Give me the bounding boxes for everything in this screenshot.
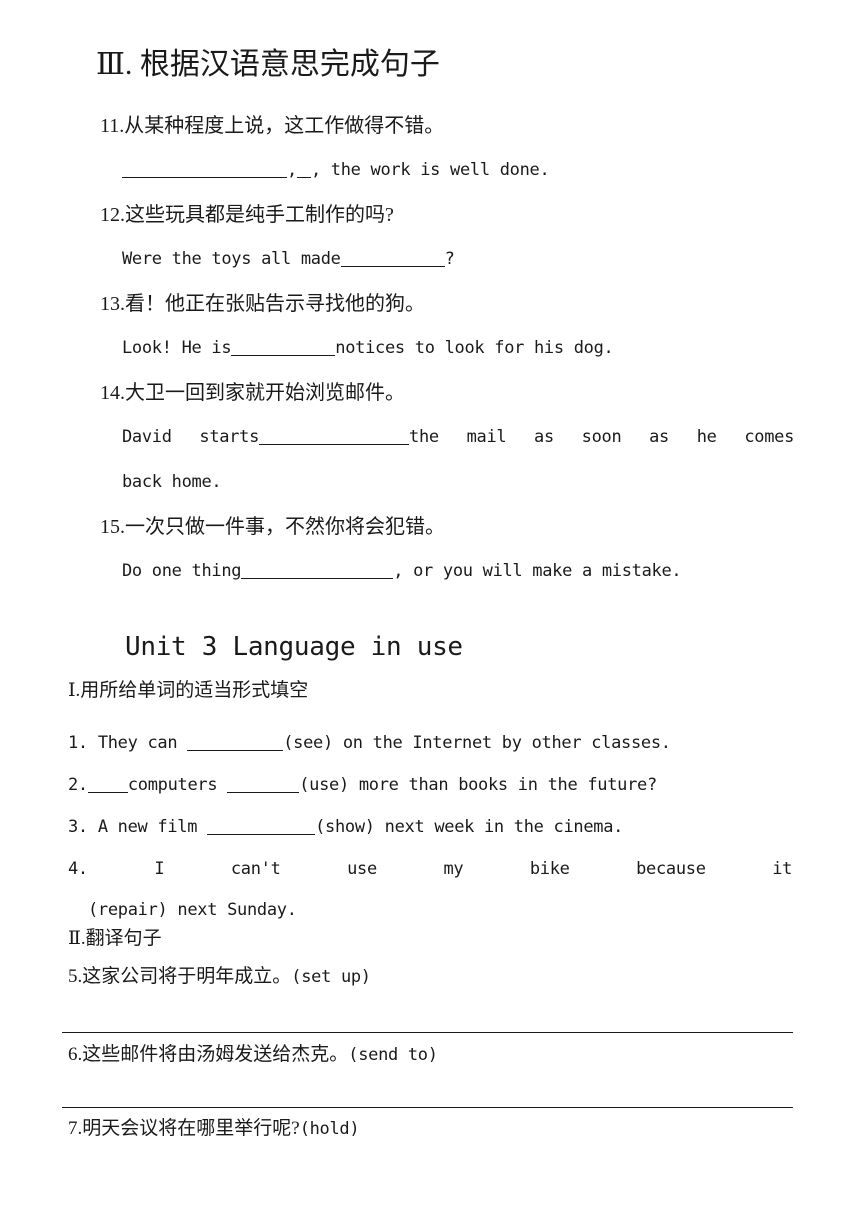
question-2-text-tail: (use) more than books in the future?: [299, 775, 657, 795]
question-1-text-tail: (see) on the Internet by other classes.: [283, 733, 671, 753]
question-12-english: Were the toys all made?: [0, 237, 860, 282]
question-6-number: 6.: [68, 1044, 83, 1065]
question-15-english: Do one thing , or you will make a mistake…: [0, 549, 860, 594]
answer-blank[interactable]: [207, 820, 316, 835]
question-12-english-head: Were the toys all made: [122, 249, 341, 269]
unit-title: Unit 3 Language in use: [125, 632, 463, 662]
question-2-text-middle: computers: [127, 775, 218, 795]
question-6-hint: (send to): [348, 1045, 438, 1065]
question-14-english-line2: back home.: [122, 472, 222, 492]
question-15: 15.一次只做一件事，不然你将会犯错。 Do one thing , or you…: [0, 505, 860, 594]
answer-blank[interactable]: [340, 252, 445, 267]
question-5-chinese: 这家公司将于明年成立。: [82, 966, 292, 987]
question-7-number: 7.: [68, 1118, 83, 1139]
question-12-number: 12.: [100, 204, 125, 226]
question-12-chinese: 12.这些玩具都是纯手工制作的吗?: [100, 204, 394, 226]
question-4-word: can't: [230, 859, 281, 879]
answer-line[interactable]: [62, 1032, 793, 1033]
answer-blank[interactable]: [187, 736, 284, 751]
question-4-word: bike: [529, 859, 570, 879]
question-13: 13.看！他正在张贴告示寻找他的狗。 Look! He is notices to…: [0, 282, 860, 371]
question-4-line2: (repair) next Sunday.: [88, 900, 297, 920]
question-4: 4. I can't use my bike because it: [68, 848, 792, 890]
question-4-word: use: [347, 859, 377, 879]
question-4-word: because: [636, 859, 706, 879]
question-1-text-head: They can: [97, 733, 178, 753]
question-15-chinese: 15.一次只做一件事，不然你将会犯错。: [100, 516, 445, 538]
question-14-chinese: 14.大卫一回到家就开始浏览邮件。: [100, 382, 405, 404]
question-1-number: 1.: [68, 733, 88, 753]
question-13-english: Look! He is notices to look for his dog.: [0, 326, 860, 371]
answer-blank[interactable]: [122, 163, 287, 178]
question-11: 11.从某种程度上说，这工作做得不错。 ,, the work is well …: [0, 104, 860, 193]
answer-blank[interactable]: [259, 430, 410, 445]
question-3-text-tail: (show) next week in the cinema.: [315, 817, 624, 837]
question-3: 3. A new film (show) next week in the ci…: [68, 806, 792, 848]
question-13-english-head: Look! He is: [122, 338, 232, 358]
question-7: 7.明天会议将在哪里举行呢?(hold): [68, 1114, 360, 1144]
question-13-chinese: 13.看！他正在张贴告示寻找他的狗。: [100, 293, 425, 315]
question-11-chinese: 11.从某种程度上说，这工作做得不错。: [100, 115, 445, 137]
worksheet-page: Ⅲ. 根据汉语意思完成句子 11.从某种程度上说，这工作做得不错。 ,, the…: [0, 0, 860, 1217]
question-4-word: my: [443, 859, 464, 879]
question-12: 12.这些玩具都是纯手工制作的吗? Were the toys all made…: [0, 193, 860, 282]
question-4-word: it: [772, 859, 793, 879]
question-4-word: I: [154, 859, 165, 879]
question-6: 6.这些邮件将由汤姆发送给杰克。(send to): [68, 1040, 438, 1070]
question-4-number: 4.: [68, 859, 88, 879]
question-7-hint: (hold): [299, 1119, 360, 1139]
question-5: 5.这家公司将于明年成立。(set up): [68, 962, 371, 992]
question-1: 1. They can (see) on the Internet by oth…: [68, 722, 792, 764]
question-3-text-head: A new film: [97, 817, 198, 837]
part-two-heading: Ⅱ.翻译句子: [68, 928, 162, 949]
question-14-english: David starts the mail as soon as he comes: [0, 415, 860, 460]
question-11-english: ,, the work is well done.: [0, 148, 860, 193]
question-11-english-tail: , the work is well done.: [310, 160, 550, 180]
section-three-items: 11.从某种程度上说，这工作做得不错。 ,, the work is well …: [0, 104, 860, 594]
question-7-chinese: 明天会议将在哪里举行呢?: [82, 1118, 300, 1139]
answer-blank[interactable]: [227, 778, 300, 793]
question-14: 14.大卫一回到家就开始浏览邮件。 David starts the mail a…: [0, 371, 860, 505]
page-title: Ⅲ. 根据汉语意思完成句子: [96, 48, 440, 81]
question-15-english-head: Do one thing: [122, 561, 242, 581]
question-14-english-tail: the mail as soon as he comes: [409, 427, 795, 447]
question-14-english-head: David starts: [122, 427, 260, 447]
question-3-number: 3.: [68, 817, 88, 837]
question-11-number: 11.: [100, 115, 125, 137]
answer-blank[interactable]: [231, 341, 336, 356]
question-5-hint: (set up): [291, 967, 371, 987]
question-6-chinese: 这些邮件将由汤姆发送给杰克。: [82, 1044, 349, 1065]
answer-blank[interactable]: [87, 778, 128, 793]
answer-line[interactable]: [62, 1107, 793, 1108]
question-15-english-tail: , or you will make a mistake.: [393, 561, 682, 581]
part-one-items: 1. They can (see) on the Internet by oth…: [68, 722, 792, 930]
question-15-number: 15.: [100, 516, 125, 538]
question-13-english-tail: notices to look for his dog.: [335, 338, 614, 358]
question-5-number: 5.: [68, 966, 83, 987]
question-12-english-tail: ?: [444, 249, 455, 269]
question-14-number: 14.: [100, 382, 125, 404]
question-13-number: 13.: [100, 293, 125, 315]
question-2: 2. computers (use) more than books in the…: [68, 764, 792, 806]
question-2-number: 2.: [68, 775, 88, 795]
answer-blank[interactable]: [296, 163, 311, 178]
part-one-heading: Ⅰ.用所给单词的适当形式填空: [68, 680, 309, 701]
answer-blank[interactable]: [241, 564, 394, 579]
